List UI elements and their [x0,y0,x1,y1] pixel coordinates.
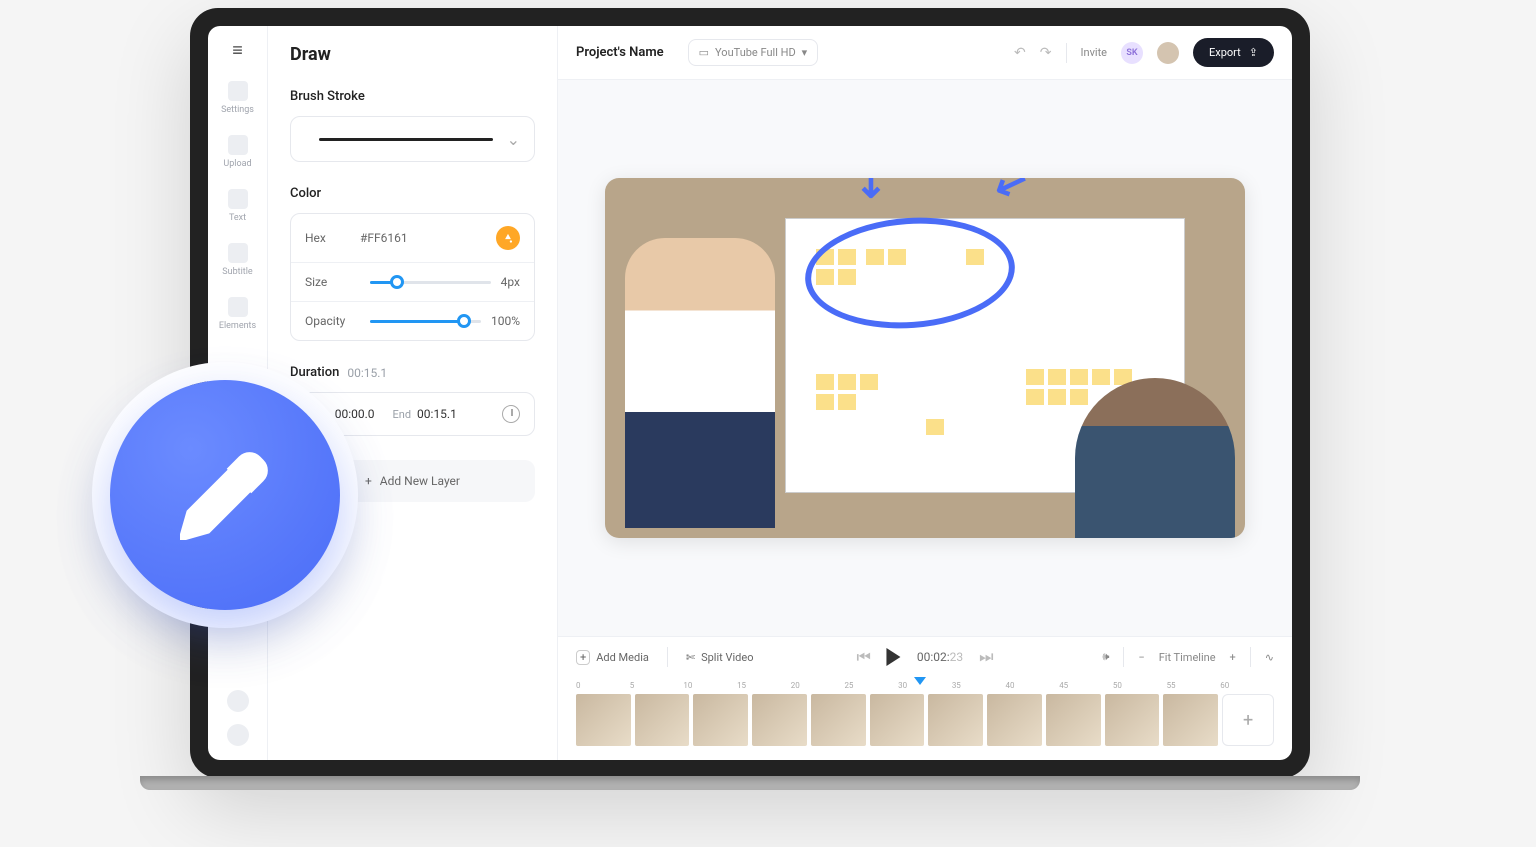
timeline-ruler[interactable]: 051015202530354045505560 [558,677,1292,690]
menu-icon[interactable]: ≡ [232,40,243,61]
clip-thumbnail[interactable] [1046,694,1101,746]
upload-icon [228,135,248,155]
end-label: End [393,408,412,421]
person-graphic [1075,378,1235,538]
undo-button[interactable]: ↶ [1014,45,1026,61]
settings-icon [228,81,248,101]
clip-thumbnail[interactable] [752,694,807,746]
rail-label: Settings [221,105,254,115]
draw-panel: Draw Brush Stroke ⌄ Color Hex #FF6161 Si… [268,26,558,760]
playhead[interactable] [914,677,926,685]
pencil-icon [180,450,270,540]
add-layer-label: Add New Layer [380,474,460,488]
size-label: Size [305,275,360,289]
opacity-label: Opacity [305,314,360,328]
clip-thumbnail[interactable] [870,694,925,746]
brush-selector[interactable]: ⌄ [290,116,535,162]
clip-thumbnail[interactable] [811,694,866,746]
rail-label: Elements [219,321,256,331]
export-label: Export [1209,46,1241,59]
clip-thumbnail[interactable] [1105,694,1160,746]
clip-thumbnail[interactable] [576,694,631,746]
rail-label: Subtitle [222,267,252,277]
hex-label: Hex [305,231,360,245]
hex-input[interactable]: #FF6161 [360,231,408,245]
person-graphic [625,238,775,528]
avatar-initials[interactable]: SK [1121,42,1143,64]
duration-card: Start 00:00.0 End 00:15.1 [290,392,535,436]
duration-label: Duration 00:15.1 [290,365,535,380]
rail-label: Text [229,213,246,223]
draw-annotation-arrow[interactable]: ↘ [843,178,900,210]
opacity-value: 100% [491,314,520,328]
clip-thumbnail[interactable] [635,694,690,746]
clip-thumbnail[interactable] [928,694,983,746]
brush-preview [319,138,493,141]
rail-elements[interactable]: Elements [219,297,256,331]
rail-upload[interactable]: Upload [223,135,251,169]
color-label: Color [290,186,535,201]
main-area: Project's Name ▭ YouTube Full HD ▾ ↶ ↷ I… [558,26,1292,760]
rail-settings[interactable]: Settings [221,81,254,115]
text-icon [228,189,248,209]
rail-label: Upload [223,159,251,169]
rail-text[interactable]: Text [228,189,248,223]
canvas-area: ↘ ↙ [558,80,1292,636]
misc-icon[interactable] [227,724,249,746]
draw-tool-badge [110,380,340,610]
skip-back-button[interactable]: ⏮ [856,647,870,667]
volume-icon[interactable]: 🕪 [1102,650,1109,664]
draw-annotation-arrow[interactable]: ↙ [988,178,1036,211]
clip-thumbnail[interactable] [693,694,748,746]
timeline-toolbar: +Add Media ✄Split Video ⏮ 00:02:23 ⏭ 🕪 −… [558,636,1292,677]
waveform-icon[interactable]: ∿ [1265,651,1274,664]
add-clip-button[interactable]: + [1222,694,1274,746]
clip-thumbnail[interactable] [987,694,1042,746]
project-name[interactable]: Project's Name [576,45,664,60]
start-input[interactable]: 00:00.0 [335,407,375,421]
chevron-down-icon: ▾ [802,46,808,59]
scissors-icon: ✄ [686,651,695,664]
redo-button[interactable]: ↷ [1040,45,1052,61]
zoom-out-button[interactable]: − [1138,651,1144,664]
size-value: 4px [501,275,520,289]
panel-title: Draw [290,44,535,65]
fill-color-button[interactable] [496,226,520,250]
subtitle-icon [228,243,248,263]
brush-label: Brush Stroke [290,89,535,104]
upload-icon: ⇪ [1249,46,1258,59]
opacity-slider[interactable] [370,320,481,323]
export-button[interactable]: Export ⇪ [1193,38,1274,67]
play-button[interactable] [887,648,901,666]
size-slider[interactable] [370,281,491,284]
elements-icon [228,297,248,317]
fit-timeline-button[interactable]: Fit Timeline [1159,651,1216,664]
format-label: YouTube Full HD [715,46,796,59]
video-icon: ▭ [699,46,709,59]
skip-forward-button[interactable]: ⏭ [979,647,993,667]
timecode: 00:02:23 [917,650,963,664]
rail-subtitle[interactable]: Subtitle [222,243,252,277]
avatar[interactable] [1157,42,1179,64]
chevron-down-icon: ⌄ [507,130,520,149]
color-card: Hex #FF6161 Size 4px Opacity [290,213,535,341]
format-selector[interactable]: ▭ YouTube Full HD ▾ [688,39,819,66]
help-icon[interactable] [227,690,249,712]
add-media-button[interactable]: +Add Media [576,650,649,665]
topbar: Project's Name ▭ YouTube Full HD ▾ ↶ ↷ I… [558,26,1292,80]
clip-thumbnail[interactable] [1163,694,1218,746]
duration-time: 00:15.1 [347,366,387,380]
zoom-in-button[interactable]: + [1230,651,1236,664]
clock-icon[interactable] [502,405,520,423]
timeline-track[interactable]: + [558,690,1292,760]
split-video-button[interactable]: ✄Split Video [686,651,754,664]
end-input[interactable]: 00:15.1 [417,407,457,421]
invite-button[interactable]: Invite [1081,46,1108,59]
video-preview[interactable]: ↘ ↙ [605,178,1245,538]
plus-icon: + [365,474,372,488]
